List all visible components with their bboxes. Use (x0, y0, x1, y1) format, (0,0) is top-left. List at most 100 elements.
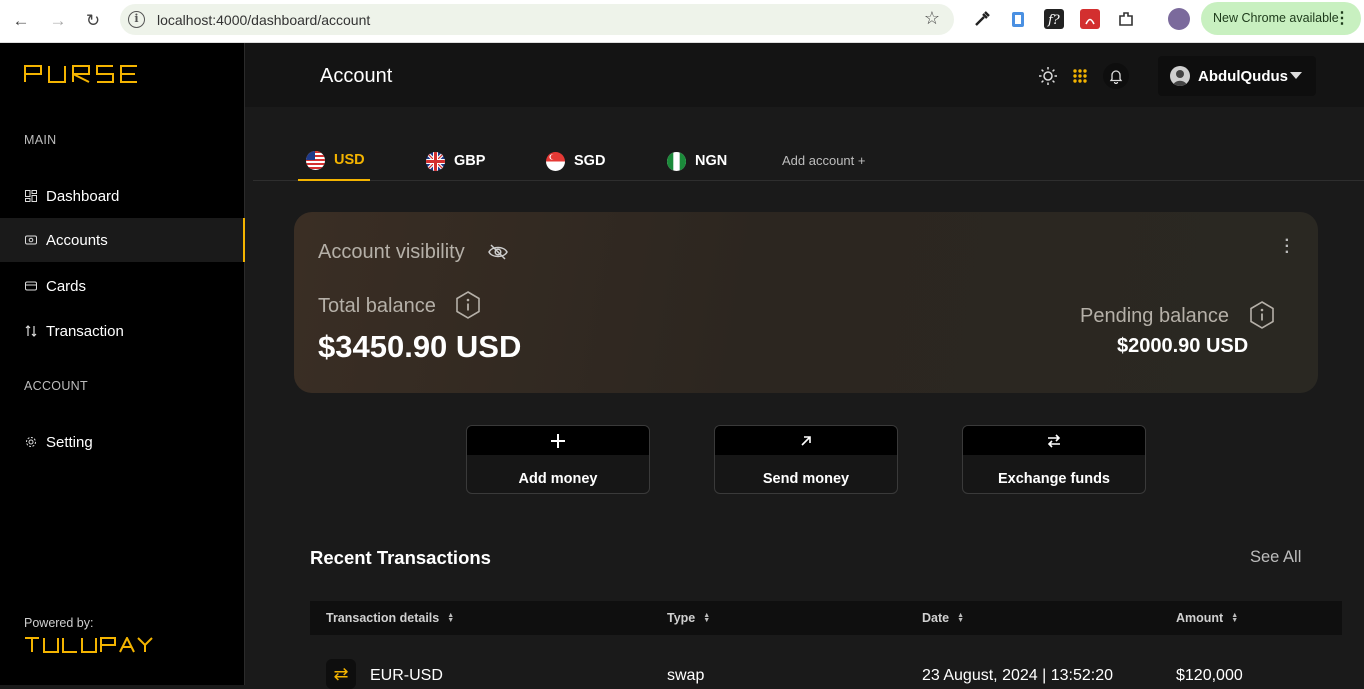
sort-arrows-icon (24, 324, 38, 338)
avatar (1170, 66, 1190, 86)
sidebar-item-dashboard[interactable]: Dashboard (0, 174, 245, 218)
tab-sgd[interactable]: SGD (546, 141, 605, 181)
top-header: Account AbdulQudus (245, 43, 1364, 107)
tab-label: GBP (454, 153, 486, 169)
sidebar-item-label: Dashboard (46, 187, 120, 205)
sort-icon[interactable]: ▲ ▼ (957, 612, 964, 624)
add-money-label: Add money (518, 471, 598, 487)
add-money-button[interactable]: Add money (466, 425, 650, 494)
column-header-details[interactable]: Transaction details ▲ ▼ (326, 611, 454, 625)
info-icon[interactable] (455, 291, 481, 319)
ng-flag-icon (667, 151, 686, 171)
user-menu-button[interactable]: AbdulQudus (1158, 56, 1316, 96)
currency-tabs: USD GBP SGD NGN Add account + (253, 141, 1364, 181)
column-header-amount[interactable]: Amount ▲ ▼ (1176, 611, 1238, 625)
column-label: Date (922, 611, 950, 625)
chrome-menu-icon[interactable]: ⋮ (1334, 2, 1350, 35)
main-content: Account AbdulQudus USD GBP SGD NGN Add a… (245, 43, 1364, 689)
plus-icon (467, 426, 649, 455)
sidebar-item-label: Accounts (46, 231, 108, 249)
pending-balance-label: Pending balance (1080, 305, 1230, 327)
table-header: Transaction details ▲ ▼ Type ▲ ▼ Date ▲ ▼ A… (310, 601, 1342, 635)
sort-icon[interactable]: ▲ ▼ (447, 612, 454, 624)
transaction-details-cell: EUR-USD (370, 667, 443, 684)
bell-icon[interactable] (1103, 63, 1129, 89)
gear-icon (24, 435, 38, 449)
send-money-label: Send money (762, 471, 850, 487)
pdf-extension-icon[interactable] (1080, 9, 1100, 29)
exchange-icon (963, 426, 1145, 455)
tab-gbp[interactable]: GBP (426, 141, 485, 181)
user-name: AbdulQudus (1198, 67, 1288, 85)
visibility-text: Account visibility (318, 241, 465, 263)
balance-card: Account visibility · · · Total balance $34… (294, 212, 1318, 393)
font-extension-icon[interactable]: f? (1044, 9, 1064, 29)
sidebar-item-label: Cards (46, 277, 87, 295)
column-header-type[interactable]: Type ▲ ▼ (667, 611, 710, 625)
profile-avatar-icon[interactable] (1168, 8, 1190, 30)
sg-flag-icon (546, 151, 565, 171)
powered-by-label: Powered by: (24, 616, 94, 630)
bookmark-star-icon[interactable]: ☆ (924, 8, 940, 29)
sidebar-item-transaction[interactable]: Transaction (0, 309, 245, 353)
transaction-amount-cell: $120,000 (1176, 667, 1243, 684)
column-label: Amount (1176, 611, 1224, 625)
chrome-update-label: New Chrome available (1213, 11, 1339, 25)
exchange-funds-label: Exchange funds (998, 471, 1110, 487)
site-info-icon[interactable]: i (128, 11, 145, 28)
back-icon[interactable]: ← (8, 8, 34, 34)
sort-icon[interactable]: ▲ ▼ (703, 612, 710, 624)
card-options-icon[interactable]: · · · (1285, 233, 1290, 261)
browser-toolbar: ← → ↻ i localhost:4000/dashboard/account… (0, 0, 1364, 43)
url-text[interactable]: localhost:4000/dashboard/account (157, 12, 370, 28)
sidebar-item-accounts[interactable]: Accounts (0, 218, 245, 262)
reload-icon[interactable]: ↻ (80, 8, 106, 34)
address-bar[interactable]: i localhost:4000/dashboard/account ☆ (120, 4, 954, 35)
eyedropper-extension-icon[interactable] (972, 9, 992, 29)
forward-icon[interactable]: → (45, 8, 71, 34)
sidebar-item-label: Transaction (46, 322, 124, 340)
total-balance-label: Total balance (318, 295, 436, 317)
tab-label: NGN (695, 153, 728, 169)
purse-logo[interactable] (24, 65, 144, 83)
transaction-date-cell: 23 August, 2024 | 13:52:20 (922, 667, 1113, 684)
sidebar-item-setting[interactable]: Setting (0, 420, 245, 464)
exchange-funds-button[interactable]: Exchange funds (962, 425, 1146, 494)
docs-extension-icon[interactable] (1008, 9, 1028, 29)
tab-usd[interactable]: USD (298, 141, 370, 181)
send-money-button[interactable]: Send money (714, 425, 898, 494)
chevron-down-icon (1290, 72, 1302, 79)
column-label: Type (667, 611, 696, 625)
table-row[interactable]: ⇄ EUR-USD swap 23 August, 2024 | 13:52:2… (310, 647, 1342, 689)
see-all-link[interactable]: See All (1250, 548, 1301, 567)
wallet-icon (24, 233, 38, 247)
sidebar-item-label: Setting (46, 433, 93, 451)
page-title: Account (320, 65, 393, 87)
column-label: Transaction details (326, 611, 440, 625)
sidebar: MAIN Dashboard Accounts Cards Transactio… (0, 43, 245, 685)
sun-theme-icon[interactable] (1037, 65, 1059, 87)
eye-off-icon[interactable] (488, 243, 508, 266)
arrow-up-right-icon (715, 426, 897, 455)
total-balance-value: $3450.90 USD (318, 329, 522, 364)
info-icon[interactable] (1249, 301, 1275, 329)
sidebar-item-cards[interactable]: Cards (0, 264, 245, 308)
add-account-link[interactable]: Add account + (782, 153, 865, 168)
sort-icon[interactable]: ▲ ▼ (1231, 612, 1238, 624)
transaction-type-cell: swap (667, 667, 705, 684)
us-flag-icon (306, 150, 325, 170)
column-header-date[interactable]: Date ▲ ▼ (922, 611, 964, 625)
card-icon (24, 279, 38, 293)
account-visibility-label: Account visibility (318, 241, 465, 264)
tab-label: USD (334, 152, 365, 168)
apps-grid-icon[interactable] (1069, 65, 1091, 87)
tab-ngn[interactable]: NGN (667, 141, 727, 181)
tulupay-logo (24, 635, 154, 658)
tab-label: SGD (574, 153, 606, 169)
section-label-account: ACCOUNT (24, 379, 88, 393)
extensions-puzzle-icon[interactable] (1116, 9, 1136, 29)
uk-flag-icon (426, 151, 445, 171)
svg-text:f?: f? (1047, 13, 1061, 28)
section-label-main: MAIN (24, 133, 57, 147)
chrome-update-button[interactable]: New Chrome available ⋮ (1201, 2, 1361, 35)
